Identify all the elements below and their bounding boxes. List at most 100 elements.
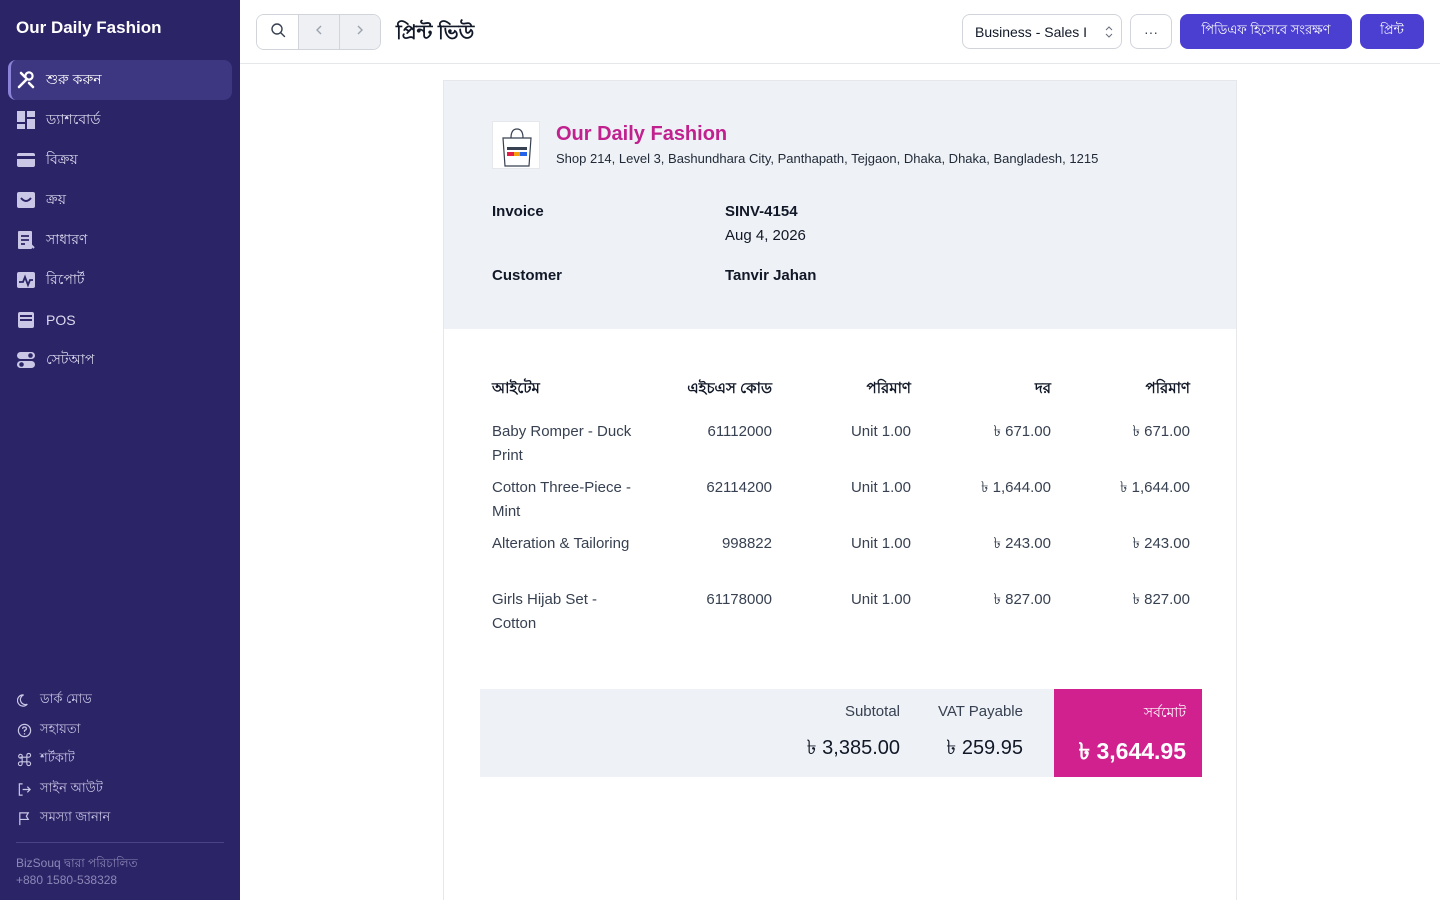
table-row-item: Alteration & Tailoring	[492, 535, 630, 552]
moon-icon	[16, 693, 32, 709]
vat-label: VAT Payable	[937, 703, 1023, 720]
forward-button[interactable]	[339, 15, 380, 49]
table-row-amount: ৳ 827.00	[1132, 591, 1190, 608]
chevron-right-icon	[352, 22, 368, 43]
col-header-qty: পরিমাণ	[866, 380, 911, 397]
sidebar: Our Daily Fashion শুরু করুন ড্যাশবোর্ড ব…	[0, 0, 240, 900]
grand-total-value: ৳ 3,644.95	[1078, 738, 1186, 764]
col-header-amount: পরিমাণ	[1145, 380, 1190, 397]
help-link[interactable]: সহায়তা	[16, 716, 224, 746]
table-row-item: Girls Hijab Set - Cotton	[492, 591, 598, 632]
customer-name: Tanvir Jahan	[725, 267, 817, 284]
col-header-item: আইটেম	[492, 380, 540, 397]
logout-icon	[16, 781, 32, 797]
help-icon	[16, 722, 32, 738]
sidebar-item-get-started[interactable]: শুরু করুন	[8, 60, 232, 100]
table-row-amount: ৳ 671.00	[1132, 423, 1190, 440]
sidebar-item-dashboard[interactable]: ড্যাশবোর্ড	[8, 100, 232, 140]
grand-total-box: সর্বমোট ৳ 3,644.95	[1054, 689, 1202, 777]
dashboard-icon	[16, 110, 36, 130]
sidebar-item-setup[interactable]: সেটআপ	[8, 340, 232, 380]
flag-icon	[16, 811, 32, 827]
sidebar-item-pos[interactable]: POS	[8, 300, 232, 340]
sidebar-item-label: ড্যাশবোর্ড	[46, 111, 101, 127]
sidebar-item-label: সেটআপ	[46, 351, 95, 367]
company-name: Our Daily Fashion	[556, 123, 728, 145]
report-issue-link[interactable]: সমস্যা জানান	[16, 804, 224, 834]
sidebar-item-general[interactable]: সাধারণ	[8, 220, 232, 260]
chart-icon	[16, 270, 36, 290]
table-row-hsn: 998822	[721, 535, 772, 552]
ledger-icon	[16, 230, 36, 250]
footer-item-label: সহায়তা	[40, 720, 81, 736]
sidebar-item-label: ক্রয়	[46, 191, 66, 207]
save-as-pdf-button[interactable]: পিডিএফ হিসেবে সংরক্ষণ	[1180, 14, 1352, 49]
subtotal-label: Subtotal	[844, 703, 900, 720]
footer-item-label: সাইন আউট	[40, 779, 103, 795]
vat-value: ৳ 259.95	[946, 737, 1023, 759]
print-template-select[interactable]: Business - Sales I	[962, 14, 1122, 49]
table-row-qty: Unit 1.00	[850, 591, 911, 608]
col-header-hsn: এইচএস কোড	[687, 380, 772, 397]
footer-divider	[16, 842, 224, 843]
invoice-header: Our Daily Fashion Shop 214, Level 3, Bas…	[444, 81, 1236, 329]
command-icon	[16, 752, 32, 768]
invoice-date: Aug 4, 2026	[725, 227, 806, 244]
sidebar-nav: শুরু করুন ড্যাশবোর্ড বিক্রয় ক্রয় সাধার…	[8, 60, 232, 380]
totals-bar: Subtotal ৳ 3,385.00 VAT Payable ৳ 259.95…	[480, 689, 1202, 777]
table-row-qty: Unit 1.00	[850, 535, 911, 552]
invoice-number: SINV-4154	[725, 203, 798, 220]
table-row-rate: ৳ 827.00	[993, 591, 1051, 608]
shortcuts-link[interactable]: শর্টকাট	[16, 745, 224, 775]
table-row-item: Cotton Three-Piece - Mint	[492, 479, 631, 520]
customer-label: Customer	[492, 267, 563, 284]
subtotal-value: ৳ 3,385.00	[806, 737, 900, 759]
invoice-document: Our Daily Fashion Shop 214, Level 3, Bas…	[443, 80, 1237, 900]
sidebar-item-label: বিক্রয়	[46, 151, 78, 167]
table-row-hsn: 61178000	[706, 591, 772, 608]
footer-item-label: সমস্যা জানান	[40, 809, 111, 825]
sidebar-item-label: শুরু করুন	[46, 71, 102, 87]
sidebar-item-sales[interactable]: বিক্রয়	[8, 140, 232, 180]
table-row-hsn: 61112000	[707, 423, 772, 440]
table-row-hsn: 62114200	[706, 479, 772, 496]
brand-name: Our Daily Fashion	[16, 18, 162, 37]
back-button[interactable]	[298, 15, 339, 49]
table-row-qty: Unit 1.00	[850, 423, 911, 440]
register-icon	[16, 310, 36, 330]
topbar: প্রিন্ট ভিউ Business - Sales I ··· পিডিএ…	[240, 0, 1440, 64]
support-phone: +880 1580-538328	[16, 873, 118, 887]
toolbar-group	[256, 14, 381, 50]
print-button[interactable]: প্রিন্ট	[1360, 14, 1424, 49]
chevron-up-down-icon	[1105, 24, 1113, 40]
dark-mode-toggle[interactable]: ডার্ক মোড	[16, 686, 224, 716]
invoice-label: Invoice	[492, 203, 544, 220]
search-icon	[270, 22, 286, 43]
col-header-rate: দর	[1034, 380, 1051, 397]
tools-icon	[16, 70, 36, 90]
sidebar-footer: ডার্ক মোড সহায়তা শর্টকাট সাইন আউট সমস্য…	[16, 686, 224, 834]
company-logo	[492, 121, 540, 169]
search-button[interactable]	[257, 15, 298, 49]
table-row-qty: Unit 1.00	[850, 479, 911, 496]
more-options-button[interactable]: ···	[1130, 14, 1172, 49]
footer-item-label: ডার্ক মোড	[40, 691, 92, 707]
footer-item-label: শর্টকাট	[40, 750, 75, 766]
sidebar-item-label: সাধারণ	[46, 231, 88, 247]
table-row-rate: ৳ 671.00	[993, 423, 1051, 440]
inbox-icon	[16, 190, 36, 210]
grand-total-label: সর্বমোট	[1143, 704, 1186, 720]
sidebar-item-reports[interactable]: রিপোর্ট	[8, 260, 232, 300]
chevron-left-icon	[311, 22, 327, 43]
sign-out-link[interactable]: সাইন আউট	[16, 775, 224, 805]
powered-by: BizSouq দ্বারা পরিচালিত +880 1580-538328	[16, 855, 138, 889]
table-row-item: Baby Romper - Duck Print	[492, 423, 632, 464]
table-row-amount: ৳ 243.00	[1132, 535, 1190, 552]
sidebar-item-label: রিপোর্ট	[46, 271, 85, 287]
table-row-rate: ৳ 243.00	[993, 535, 1051, 552]
powered-by-text: BizSouq দ্বারা পরিচালিত	[16, 856, 138, 870]
credit-card-icon	[16, 150, 36, 170]
select-value: Business - Sales I	[975, 23, 1088, 40]
table-row-amount: ৳ 1,644.00	[1119, 479, 1190, 496]
sidebar-item-purchases[interactable]: ক্রয়	[8, 180, 232, 220]
